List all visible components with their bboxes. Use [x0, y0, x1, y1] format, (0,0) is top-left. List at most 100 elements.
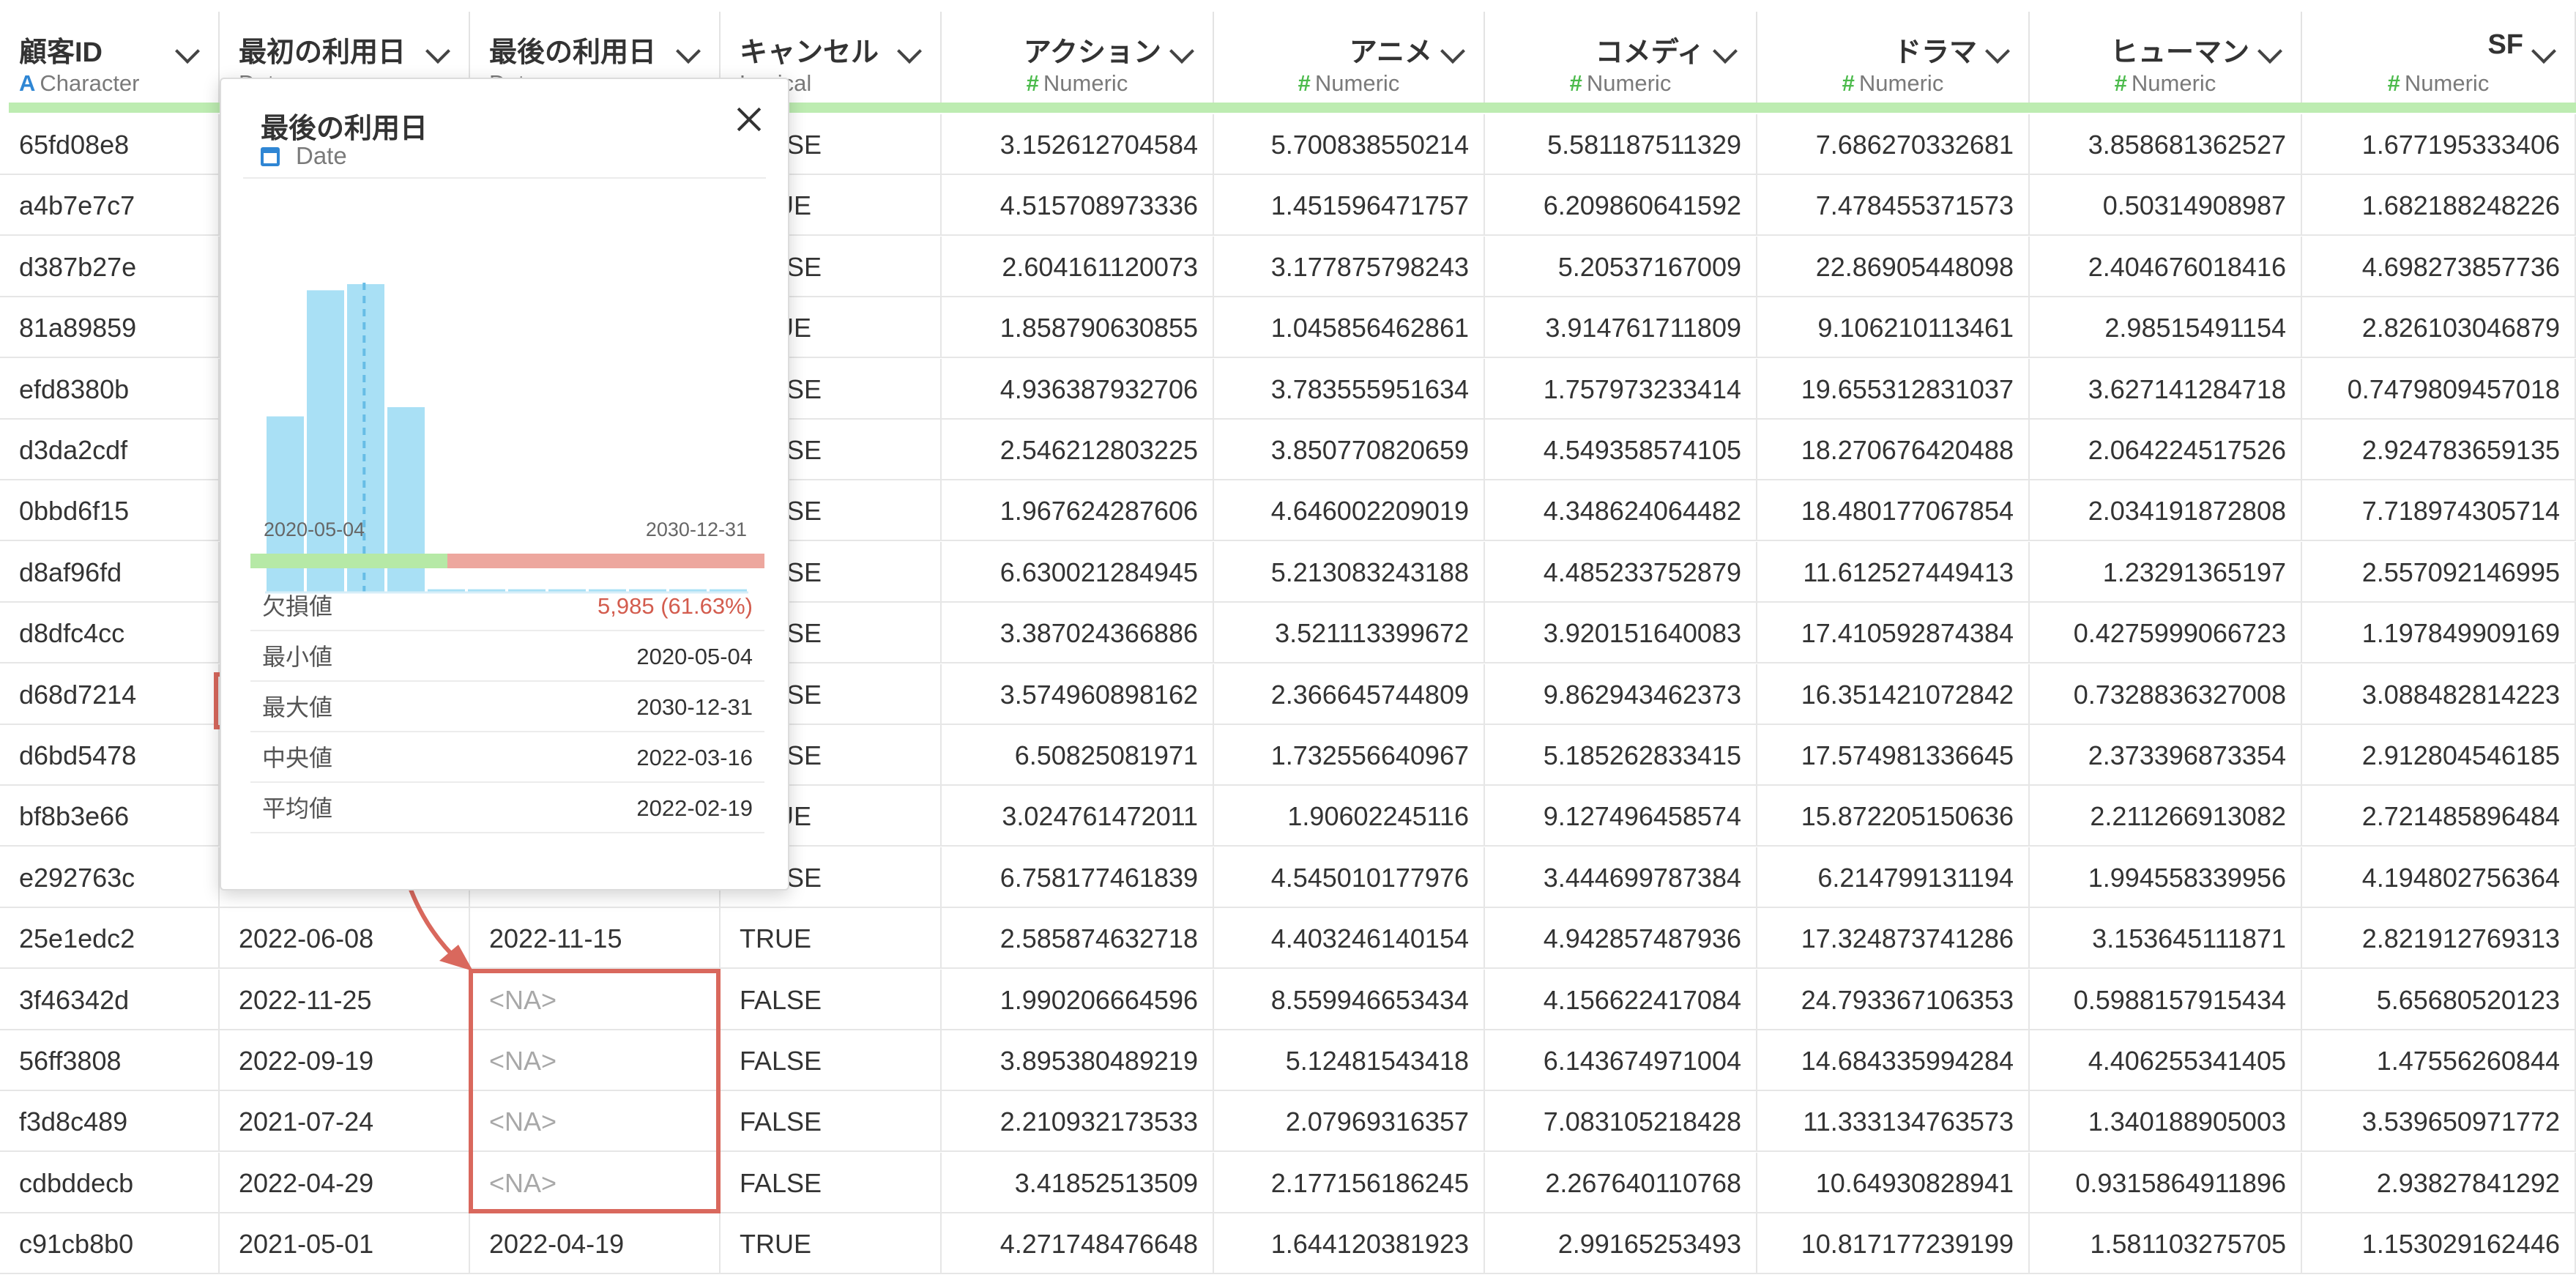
table-cell[interactable]: 3.914761711809	[1485, 297, 1757, 359]
table-cell[interactable]: 3.895380489219	[942, 1030, 1214, 1091]
table-cell[interactable]: 25e1edc2	[0, 908, 220, 970]
table-cell[interactable]: 19.655312831037	[1757, 358, 2030, 420]
table-cell[interactable]: FALSE	[721, 1091, 942, 1153]
table-cell[interactable]: 2.177156186245	[1214, 1152, 1485, 1213]
table-cell[interactable]: TRUE	[721, 1213, 942, 1275]
table-cell[interactable]: 2.924783659135	[2302, 420, 2576, 480]
table-row[interactable]: c91cb8b0 2021-05-01 2022-04-19 TRUE 4.271748…	[0, 1213, 2576, 1275]
table-cell[interactable]: 2.98515491154	[2030, 297, 2302, 359]
table-cell[interactable]: FALSE	[721, 1152, 942, 1213]
table-cell[interactable]: d68d7214	[0, 663, 220, 725]
table-cell[interactable]: 3.444699787384	[1485, 847, 1757, 908]
table-cell[interactable]: 2.034191872808	[2030, 480, 2302, 542]
table-cell[interactable]: 4.646002209019	[1214, 480, 1485, 542]
table-cell[interactable]: 1.858790630855	[942, 297, 1214, 359]
table-cell[interactable]: 5.185262833415	[1485, 725, 1757, 786]
table-cell[interactable]: 2.99165253493	[1485, 1213, 1757, 1275]
table-cell[interactable]: 4.549358574105	[1485, 420, 1757, 480]
table-cell[interactable]: 6.209860641592	[1485, 175, 1757, 237]
table-cell[interactable]: TRUE	[721, 908, 942, 970]
table-cell[interactable]: 4.403246140154	[1214, 908, 1485, 970]
table-cell[interactable]: 2.404676018416	[2030, 236, 2302, 297]
table-cell[interactable]: bf8b3e66	[0, 786, 220, 847]
table-cell[interactable]: 2.07969316357	[1214, 1091, 1485, 1153]
table-row[interactable]: f3d8c489 2021-07-24 <NA> FALSE 2.21093217353…	[0, 1091, 2576, 1153]
table-cell[interactable]: 22.86905448098	[1757, 236, 2030, 297]
table-cell[interactable]: d8dfc4cc	[0, 603, 220, 664]
column-header-8[interactable]: ヒューマン # Numeric	[2030, 12, 2302, 103]
table-cell[interactable]: 1.757973233414	[1485, 358, 1757, 420]
table-cell[interactable]: 11.333134763573	[1757, 1091, 2030, 1153]
chevron-down-icon[interactable]	[175, 39, 200, 64]
table-cell[interactable]: 24.793367106353	[1757, 969, 2030, 1030]
table-cell[interactable]: 56ff3808	[0, 1030, 220, 1091]
chevron-down-icon[interactable]	[676, 39, 701, 64]
table-cell[interactable]: 4.194802756364	[2302, 847, 2576, 908]
table-cell[interactable]: 1.994558339956	[2030, 847, 2302, 908]
table-cell[interactable]: 2.210932173533	[942, 1091, 1214, 1153]
chevron-down-icon[interactable]	[2531, 39, 2556, 64]
table-cell[interactable]: 5.581187511329	[1485, 114, 1757, 175]
chevron-down-icon[interactable]	[1169, 39, 1194, 64]
table-cell[interactable]: 3.024761472011	[942, 786, 1214, 847]
table-cell[interactable]: 2.912804546185	[2302, 725, 2576, 786]
table-cell[interactable]: 6.758177461839	[942, 847, 1214, 908]
table-cell[interactable]: 2.604161120073	[942, 236, 1214, 297]
table-cell[interactable]: cdbddecb	[0, 1152, 220, 1213]
table-row[interactable]: 25e1edc2 2022-06-08 2022-11-15 TRUE 2.585874…	[0, 908, 2576, 970]
table-cell[interactable]: 3.387024366886	[942, 603, 1214, 664]
table-cell[interactable]: 1.045856462861	[1214, 297, 1485, 359]
table-row[interactable]: cdbddecb 2022-04-29 <NA> FALSE 3.41852513509…	[0, 1152, 2576, 1213]
table-cell[interactable]: 2.557092146995	[2302, 541, 2576, 603]
table-cell[interactable]: 1.677195333406	[2302, 114, 2576, 175]
table-cell[interactable]: 3.153645111871	[2030, 908, 2302, 970]
table-cell[interactable]: 3.088482814223	[2302, 663, 2576, 725]
table-cell[interactable]: FALSE	[721, 969, 942, 1030]
table-cell[interactable]: 3.783555951634	[1214, 358, 1485, 420]
table-cell[interactable]: 3.850770820659	[1214, 420, 1485, 480]
chevron-down-icon[interactable]	[897, 39, 922, 64]
table-cell[interactable]: d6bd5478	[0, 725, 220, 786]
table-cell[interactable]: efd8380b	[0, 358, 220, 420]
table-cell[interactable]: 4.406255341405	[2030, 1030, 2302, 1091]
table-cell[interactable]: 0.7328836327008	[2030, 663, 2302, 725]
table-cell[interactable]: 9.127496458574	[1485, 786, 1757, 847]
table-cell[interactable]: 10.817177239199	[1757, 1213, 2030, 1275]
table-cell[interactable]: a4b7e7c7	[0, 175, 220, 237]
table-cell[interactable]: d3da2cdf	[0, 420, 220, 480]
chevron-down-icon[interactable]	[1985, 39, 2010, 64]
chevron-down-icon[interactable]	[2257, 39, 2282, 64]
table-cell[interactable]: 2022-06-08	[220, 908, 470, 970]
table-cell[interactable]: 2022-09-19	[220, 1030, 470, 1091]
table-cell[interactable]: 81a89859	[0, 297, 220, 359]
table-cell[interactable]: 65fd08e8	[0, 114, 220, 175]
table-cell[interactable]: 4.485233752879	[1485, 541, 1757, 603]
table-cell[interactable]: 5.700838550214	[1214, 114, 1485, 175]
table-cell[interactable]: 4.515708973336	[942, 175, 1214, 237]
column-header-5[interactable]: アニメ # Numeric	[1214, 12, 1485, 103]
table-cell[interactable]: 2.546212803225	[942, 420, 1214, 480]
table-cell[interactable]: 3f46342d	[0, 969, 220, 1030]
table-cell[interactable]: 2022-11-15	[470, 908, 721, 970]
table-cell[interactable]: 5.12481543418	[1214, 1030, 1485, 1091]
table-cell[interactable]: 6.630021284945	[942, 541, 1214, 603]
table-cell[interactable]: d8af96fd	[0, 541, 220, 603]
table-cell[interactable]: 5.213083243188	[1214, 541, 1485, 603]
table-cell[interactable]: 14.684335994284	[1757, 1030, 2030, 1091]
table-cell[interactable]: 7.083105218428	[1485, 1091, 1757, 1153]
table-cell[interactable]: 4.936387932706	[942, 358, 1214, 420]
table-cell[interactable]: 11.612527449413	[1757, 541, 2030, 603]
table-cell[interactable]: 2.93827841292	[2302, 1152, 2576, 1213]
table-cell[interactable]: f3d8c489	[0, 1091, 220, 1153]
table-cell[interactable]: 3.627141284718	[2030, 358, 2302, 420]
column-header-7[interactable]: ドラマ # Numeric	[1757, 12, 2030, 103]
table-cell[interactable]: 17.574981336645	[1757, 725, 2030, 786]
table-cell[interactable]: 9.106210113461	[1757, 297, 2030, 359]
table-cell[interactable]: 1.967624287606	[942, 480, 1214, 542]
table-cell[interactable]: 3.152612704584	[942, 114, 1214, 175]
table-cell[interactable]: 2.826103046879	[2302, 297, 2576, 359]
table-cell[interactable]: 2.373396873354	[2030, 725, 2302, 786]
table-cell[interactable]: 4.698273857736	[2302, 236, 2576, 297]
table-cell[interactable]: 1.451596471757	[1214, 175, 1485, 237]
table-cell[interactable]: c91cb8b0	[0, 1213, 220, 1275]
